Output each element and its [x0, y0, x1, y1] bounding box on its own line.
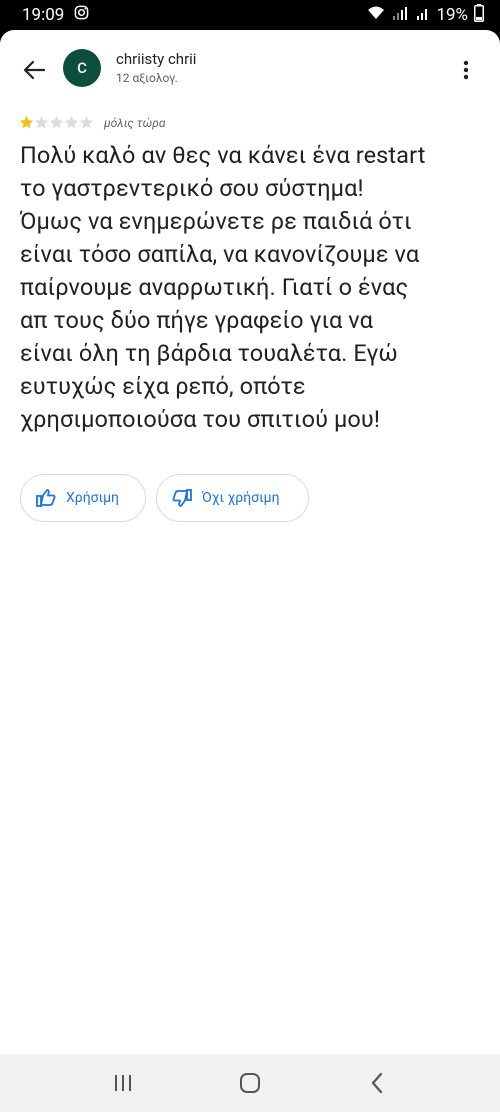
- battery-icon: [474, 3, 484, 27]
- helpful-label: Χρήσιμη: [66, 490, 119, 506]
- not-helpful-label: Όχι χρήσιμη: [202, 490, 280, 506]
- star-filled-icon: [19, 115, 34, 129]
- nav-back-icon: [371, 1072, 382, 1094]
- user-review-count: 12 αξιολογ.: [116, 71, 178, 85]
- arrow-back-icon: [23, 60, 45, 80]
- more-vert-icon: [463, 60, 469, 80]
- more-options-button[interactable]: [454, 56, 478, 84]
- back-nav-button[interactable]: [347, 1063, 407, 1103]
- thumb-up-icon: [36, 489, 56, 507]
- battery-percent: 19%: [436, 5, 468, 25]
- instagram-notification-icon: [74, 5, 89, 25]
- recent-apps-button[interactable]: [93, 1063, 153, 1103]
- helpful-button[interactable]: Χρήσιμη: [20, 474, 146, 522]
- back-button[interactable]: [18, 56, 50, 84]
- home-button[interactable]: [220, 1063, 280, 1103]
- status-bar: 19:09 19%: [0, 0, 500, 30]
- review-header: C chriisty chrii 12 αξιολογ.: [0, 44, 500, 96]
- system-navigation-bar: [0, 1054, 500, 1112]
- not-helpful-button[interactable]: Όχι χρήσιμη: [156, 474, 309, 522]
- home-icon: [239, 1073, 260, 1093]
- star-empty-icon: [34, 115, 49, 129]
- rating-row: μόλις τώρα: [19, 115, 165, 130]
- status-time: 19:09: [22, 5, 65, 25]
- recent-apps-icon: [115, 1075, 132, 1091]
- user-name[interactable]: chriisty chrii: [116, 50, 196, 68]
- star-empty-icon: [49, 115, 64, 129]
- wifi-icon: [366, 5, 386, 26]
- review-text: Πολύ καλό αν θες να κάνει ένα restart το…: [20, 141, 426, 433]
- avatar[interactable]: C: [63, 49, 101, 87]
- star-rating: [19, 115, 94, 130]
- review-sheet: C chriisty chrii 12 αξιολογ. μόλις τώρα …: [0, 30, 500, 1054]
- review-time: μόλις τώρα: [104, 115, 166, 130]
- star-empty-icon: [79, 115, 94, 129]
- star-empty-icon: [64, 115, 79, 129]
- signal-icon: [392, 5, 410, 26]
- thumb-down-icon: [172, 489, 192, 507]
- signal-icon-2: [416, 5, 430, 26]
